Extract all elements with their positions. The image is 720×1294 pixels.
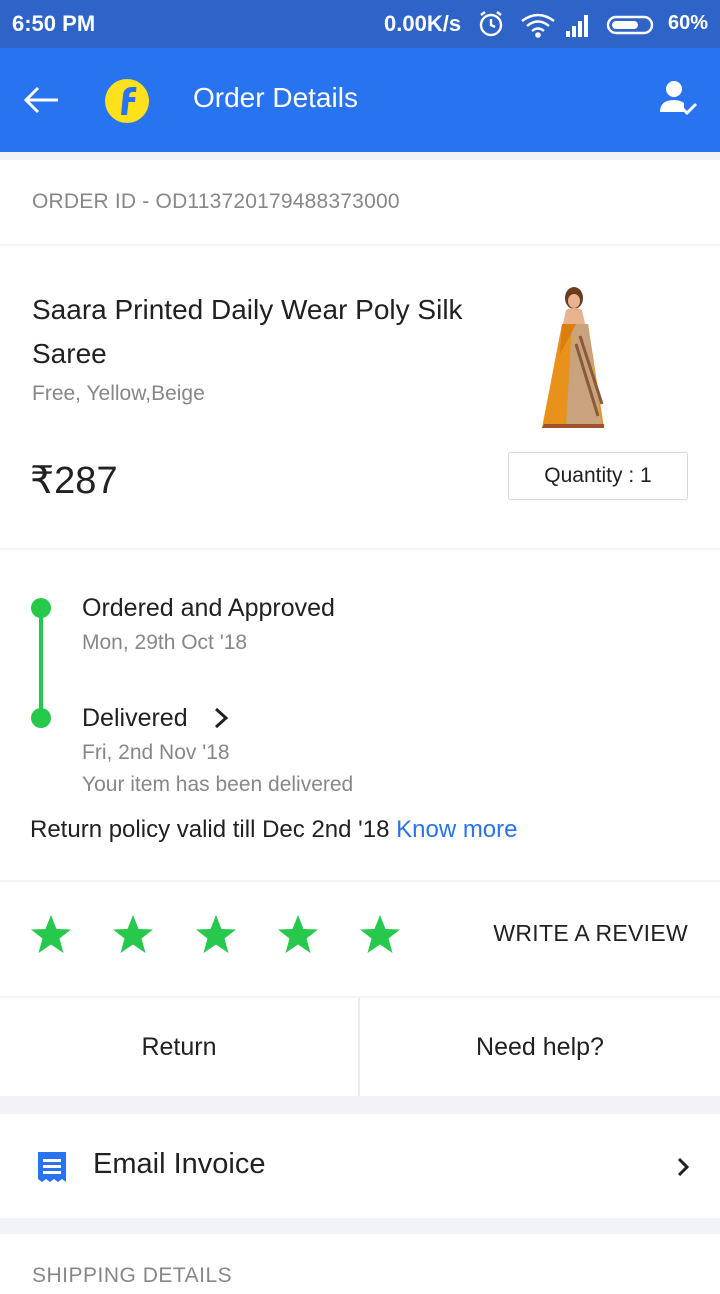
shipping-details-section: SHIPPING DETAILS xyxy=(0,1234,720,1294)
shipping-heading: SHIPPING DETAILS xyxy=(32,1264,233,1287)
order-tracking: Ordered and Approved Mon, 29th Oct '18 D… xyxy=(0,550,720,880)
page-title: Order Details xyxy=(193,82,358,113)
product-card[interactable]: Saara Printed Daily Wear Poly Silk Saree… xyxy=(0,246,720,548)
chevron-right-icon[interactable] xyxy=(212,706,232,730)
chevron-right-icon xyxy=(677,1157,690,1177)
quantity-badge: Quantity : 1 xyxy=(508,452,688,500)
step-delivered-note: Your item has been delivered xyxy=(82,773,354,796)
need-help-button[interactable]: Need help? xyxy=(360,998,720,1096)
return-button[interactable]: Return xyxy=(0,998,358,1096)
status-dot-delivered xyxy=(31,708,51,728)
status-time: 6:50 PM xyxy=(12,11,96,36)
timeline-line xyxy=(39,610,43,718)
product-price: ₹287 xyxy=(30,460,118,502)
email-invoice-label: Email Invoice xyxy=(93,1148,266,1180)
step-ordered-date: Mon, 29th Oct '18 xyxy=(82,631,248,654)
app-bar: Order Details xyxy=(0,48,720,152)
step-delivered-title[interactable]: Delivered xyxy=(82,704,188,733)
status-bar: 6:50 PM 0.00K/s 60% xyxy=(0,0,720,48)
order-id-section: ORDER ID - OD113720179488373000 xyxy=(0,160,720,244)
star-icon-2[interactable] xyxy=(112,914,154,956)
product-variant: Free, Yellow,Beige xyxy=(32,382,205,405)
invoice-icon xyxy=(38,1152,66,1182)
star-icon-4[interactable] xyxy=(277,914,319,956)
account-check-icon[interactable] xyxy=(658,78,698,118)
star-icon-3[interactable] xyxy=(195,914,237,956)
status-battery: 60% xyxy=(668,12,709,34)
order-actions: Return Need help? xyxy=(0,998,720,1096)
step-ordered-title: Ordered and Approved xyxy=(82,594,335,622)
status-icons xyxy=(479,11,654,38)
flipkart-logo xyxy=(105,79,149,123)
star-icon-1[interactable] xyxy=(30,914,72,956)
return-policy-text: Return policy valid till Dec 2nd '18 xyxy=(30,816,390,843)
order-id: ORDER ID - OD113720179488373000 xyxy=(32,190,400,213)
step-delivered-date: Fri, 2nd Nov '18 xyxy=(82,741,230,764)
wifi-icon xyxy=(521,13,555,38)
status-network-speed: 0.00K/s xyxy=(384,11,462,36)
email-invoice-row[interactable]: Email Invoice xyxy=(0,1114,720,1218)
write-review-button[interactable]: WRITE A REVIEW xyxy=(493,920,688,947)
signal-icon xyxy=(566,15,588,37)
product-image[interactable] xyxy=(532,284,616,432)
alarm-icon xyxy=(479,11,503,37)
product-name: Saara Printed Daily Wear Poly Silk Saree xyxy=(32,294,463,369)
star-icon-5[interactable] xyxy=(359,914,401,956)
rating-section: WRITE A REVIEW xyxy=(0,882,720,996)
return-policy: Return policy valid till Dec 2nd '18 Kno… xyxy=(30,816,518,844)
know-more-link[interactable]: Know more xyxy=(396,816,517,843)
back-arrow-icon[interactable] xyxy=(22,80,62,120)
battery-icon xyxy=(606,15,654,35)
